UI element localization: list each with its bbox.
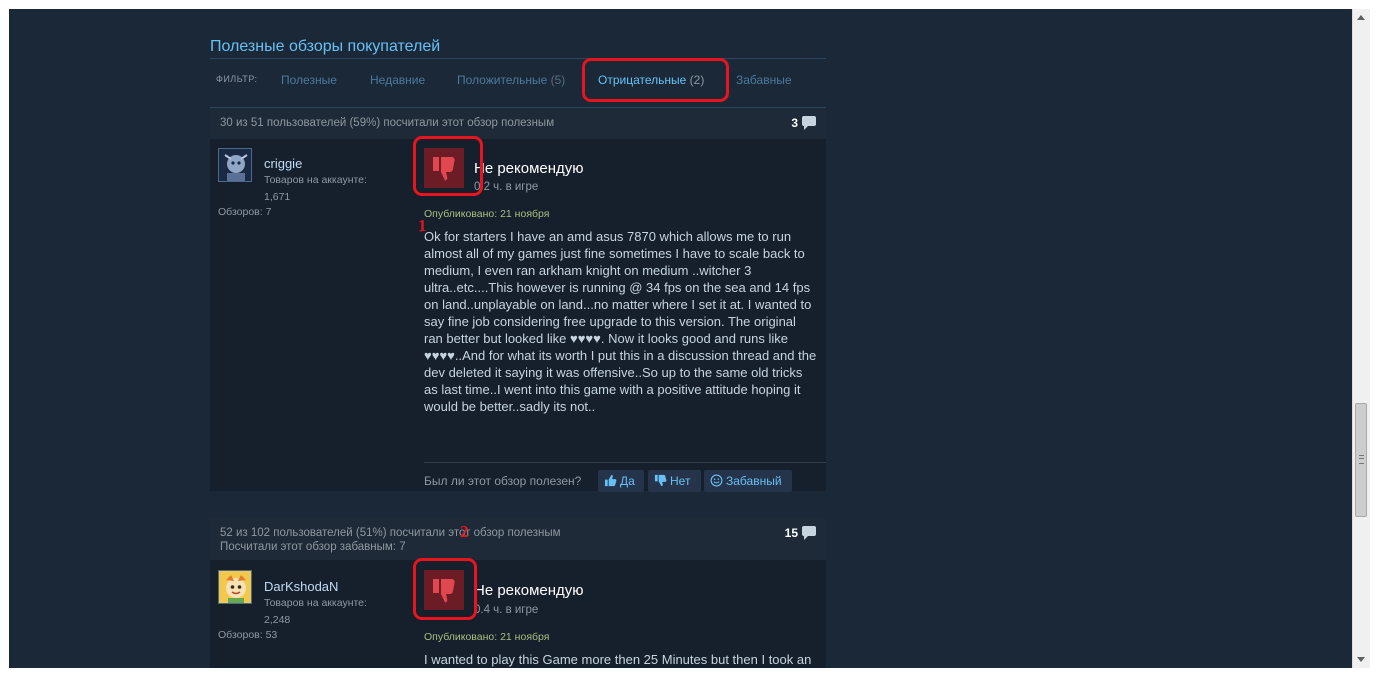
review-header: 30 из 51 пользователей (59%) посчитали э… [210, 108, 826, 139]
products-owned-label: Товаров на аккаунте: [264, 597, 367, 609]
vote-funny-label: Забавный [726, 474, 782, 488]
comment-count[interactable]: 15 [785, 526, 798, 540]
thumbs-down-icon[interactable] [424, 570, 464, 610]
vote-no-button[interactable]: Нет [648, 470, 701, 492]
thumbs-down-icon [654, 474, 667, 487]
helpful-stats: 52 из 102 пользователей (51%) посчитали … [220, 527, 561, 539]
vote-no-label: Нет [670, 474, 691, 488]
thumbs-up-icon [604, 474, 617, 487]
review-card: 52 из 102 пользователей (51%) посчитали … [210, 518, 826, 668]
avatar[interactable] [218, 148, 252, 182]
review-body: I wanted to play this Game more then 25 … [424, 652, 812, 667]
hours-played: 0.4 ч. в игре [474, 604, 539, 616]
smiley-icon [710, 474, 723, 487]
scroll-thumb[interactable] [1355, 403, 1367, 517]
filter-tab-label: Полезные [281, 73, 337, 87]
review-verdict[interactable]: Не рекомендую [474, 582, 584, 599]
posted-date: Опубликовано: 21 ноября [424, 631, 550, 643]
review-card: 30 из 51 пользователей (59%) посчитали э… [210, 108, 826, 492]
thumbs-down-icon[interactable] [424, 148, 464, 188]
comment-count[interactable]: 3 [791, 116, 798, 130]
filter-tab-label: Забавные [736, 73, 792, 87]
vote-divider [424, 462, 826, 463]
filter-tab-recent[interactable]: Недавние [370, 73, 425, 87]
author-review-count[interactable]: Обзоров: 53 [218, 629, 277, 641]
author-name[interactable]: DarKshodaN [264, 579, 338, 594]
vote-yes-button[interactable]: Да [598, 470, 644, 492]
avatar[interactable] [218, 570, 252, 604]
filter-tab-label: Положительные [457, 73, 548, 87]
filter-tab-positive[interactable]: Положительные (5) [457, 73, 565, 87]
annotation-marker-2: 2 [460, 522, 469, 541]
comment-icon[interactable] [802, 526, 816, 540]
funny-stats: Посчитали этот обзор забавным: 7 [220, 541, 406, 553]
products-owned-count: 2,248 [264, 614, 291, 626]
filter-tab-count: (5) [550, 73, 566, 87]
vertical-scrollbar[interactable] [1352, 9, 1370, 668]
posted-date: Опубликовано: 21 ноября [424, 208, 550, 220]
products-owned-count: 1,671 [264, 191, 291, 203]
filter-tab-funny[interactable]: Забавные [736, 73, 792, 87]
vote-funny-button[interactable]: Забавный [704, 470, 792, 492]
helpful-stats: 30 из 51 пользователей (59%) посчитали э… [220, 117, 555, 129]
review-verdict[interactable]: Не рекомендую [474, 160, 584, 177]
products-owned-label: Товаров на аккаунте: [264, 174, 367, 186]
scroll-down-icon[interactable] [1357, 657, 1365, 662]
author-review-count[interactable]: Обзоров: 7 [218, 206, 271, 218]
review-header: 52 из 102 пользователей (51%) посчитали … [210, 518, 826, 560]
section-title: Полезные обзоры покупателей [210, 38, 441, 55]
filter-label: ФИЛЬТР: [216, 74, 258, 84]
comment-icon[interactable] [802, 116, 816, 130]
filter-tab-count: (2) [689, 73, 705, 87]
review-body: Ok for starters I have an amd asus 7870 … [424, 229, 817, 414]
filter-tab-helpful[interactable]: Полезные [281, 73, 337, 87]
filter-tab-label: Отрицательные [598, 73, 687, 87]
filter-tab-negative[interactable]: Отрицательные (2) [598, 73, 704, 87]
annotation-marker-1: 1 [418, 216, 427, 235]
title-divider [210, 58, 826, 59]
filter-tab-label: Недавние [370, 73, 426, 87]
author-name[interactable]: criggie [264, 156, 302, 171]
store-page: Полезные обзоры покупателей ФИЛЬТР: Поле… [9, 9, 1352, 668]
hours-played: 0.2 ч. в игре [474, 181, 539, 193]
grip-icon [1359, 455, 1364, 464]
review-filter-bar: ФИЛЬТР: Полезные Недавние Положительные … [210, 64, 826, 108]
vote-question: Был ли этот обзор полезен? [424, 474, 582, 488]
scroll-up-icon[interactable] [1357, 15, 1365, 20]
vote-yes-label: Да [620, 474, 635, 488]
